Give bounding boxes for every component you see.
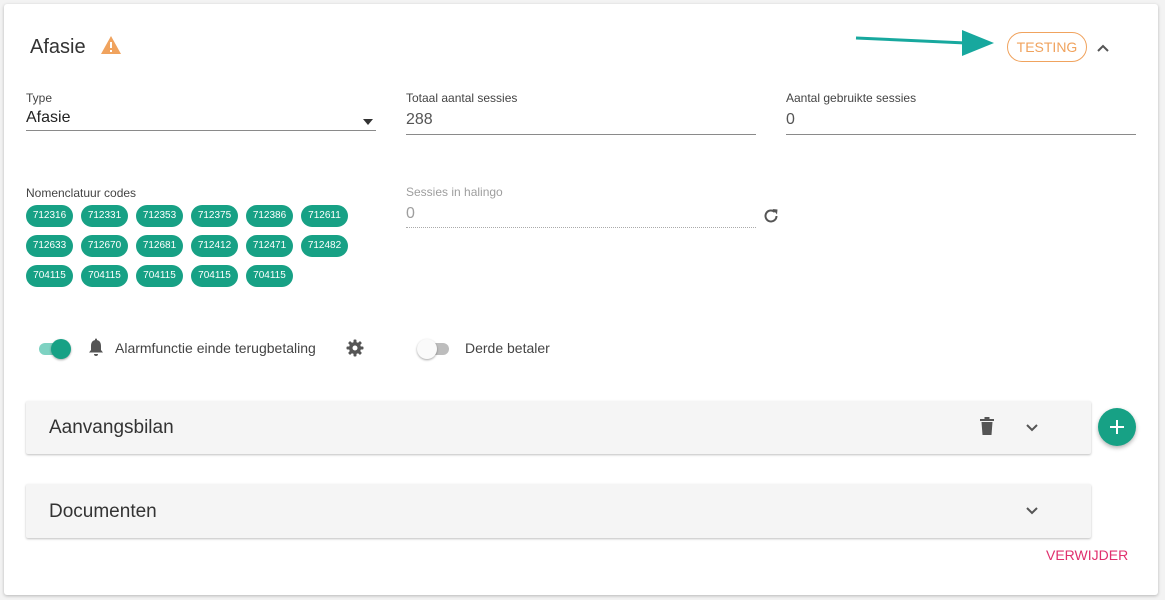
nomenclature-label: Nomenclatuur codes (26, 186, 137, 200)
code-chip[interactable]: 712353 (136, 205, 183, 227)
third-party-toggle[interactable] (417, 337, 453, 359)
type-underline (26, 130, 376, 131)
code-chip[interactable]: 712681 (136, 235, 183, 257)
treatment-card: Afasie TESTING Type Afasie Totaal aantal… (4, 4, 1158, 595)
total-sessions-underline (406, 134, 756, 135)
used-sessions-label: Aantal gebruikte sessies (786, 91, 917, 105)
code-chip[interactable]: 712482 (301, 235, 348, 257)
alarm-toggle-knob (51, 339, 71, 359)
code-chip[interactable]: 704115 (81, 265, 128, 287)
code-chip[interactable]: 704115 (191, 265, 238, 287)
trash-icon[interactable] (979, 417, 995, 436)
code-chip[interactable]: 712471 (246, 235, 293, 257)
code-chip[interactable]: 712316 (26, 205, 73, 227)
aanvangsbilan-panel[interactable]: Aanvangsbilan (26, 401, 1091, 454)
gear-icon[interactable] (346, 339, 364, 357)
code-chip[interactable]: 704115 (246, 265, 293, 287)
third-party-toggle-knob (417, 339, 437, 359)
code-chip[interactable]: 704115 (26, 265, 73, 287)
chevron-up-icon[interactable] (1095, 40, 1111, 56)
used-sessions-underline (786, 134, 1136, 135)
bell-icon (89, 338, 103, 356)
alarm-toggle[interactable] (37, 337, 73, 359)
add-button[interactable] (1098, 408, 1136, 446)
third-party-label: Derde betaler (465, 340, 550, 356)
status-chip[interactable]: TESTING (1007, 32, 1087, 62)
total-sessions-label: Totaal aantal sessies (406, 91, 518, 105)
type-select[interactable]: Afasie (26, 109, 70, 127)
halingo-sessions-label: Sessies in halingo (406, 185, 503, 199)
arrow-icon (855, 30, 994, 56)
refresh-icon[interactable] (762, 207, 780, 225)
plus-icon (1110, 420, 1124, 434)
type-label: Type (26, 91, 53, 105)
card-title: Afasie (30, 36, 86, 58)
caret-down-icon[interactable] (362, 118, 374, 126)
code-chip[interactable]: 712633 (26, 235, 73, 257)
used-sessions-input[interactable]: 0 (786, 111, 795, 129)
delete-button[interactable]: VERWIJDER (1046, 547, 1128, 563)
code-chip[interactable]: 712386 (246, 205, 293, 227)
nomenclature-chips: 712316 712331 712353 712375 712386 712611 7126… (26, 205, 356, 295)
code-chip[interactable]: 712412 (191, 235, 238, 257)
code-chip[interactable]: 712375 (191, 205, 238, 227)
halingo-sessions-underline (406, 227, 756, 228)
code-chip[interactable]: 712670 (81, 235, 128, 257)
code-chip[interactable]: 712611 (301, 205, 348, 227)
documenten-title: Documenten (49, 501, 157, 522)
code-chip[interactable]: 712331 (81, 205, 128, 227)
halingo-sessions-input: 0 (406, 205, 415, 222)
chevron-down-icon[interactable] (1025, 423, 1039, 432)
chevron-down-icon[interactable] (1025, 506, 1039, 515)
total-sessions-input[interactable]: 288 (406, 111, 433, 129)
code-chip[interactable]: 704115 (136, 265, 183, 287)
warning-icon (101, 36, 121, 54)
alarm-label: Alarmfunctie einde terugbetaling (115, 340, 316, 356)
aanvangsbilan-title: Aanvangsbilan (49, 417, 174, 438)
documenten-panel[interactable]: Documenten (26, 484, 1091, 538)
